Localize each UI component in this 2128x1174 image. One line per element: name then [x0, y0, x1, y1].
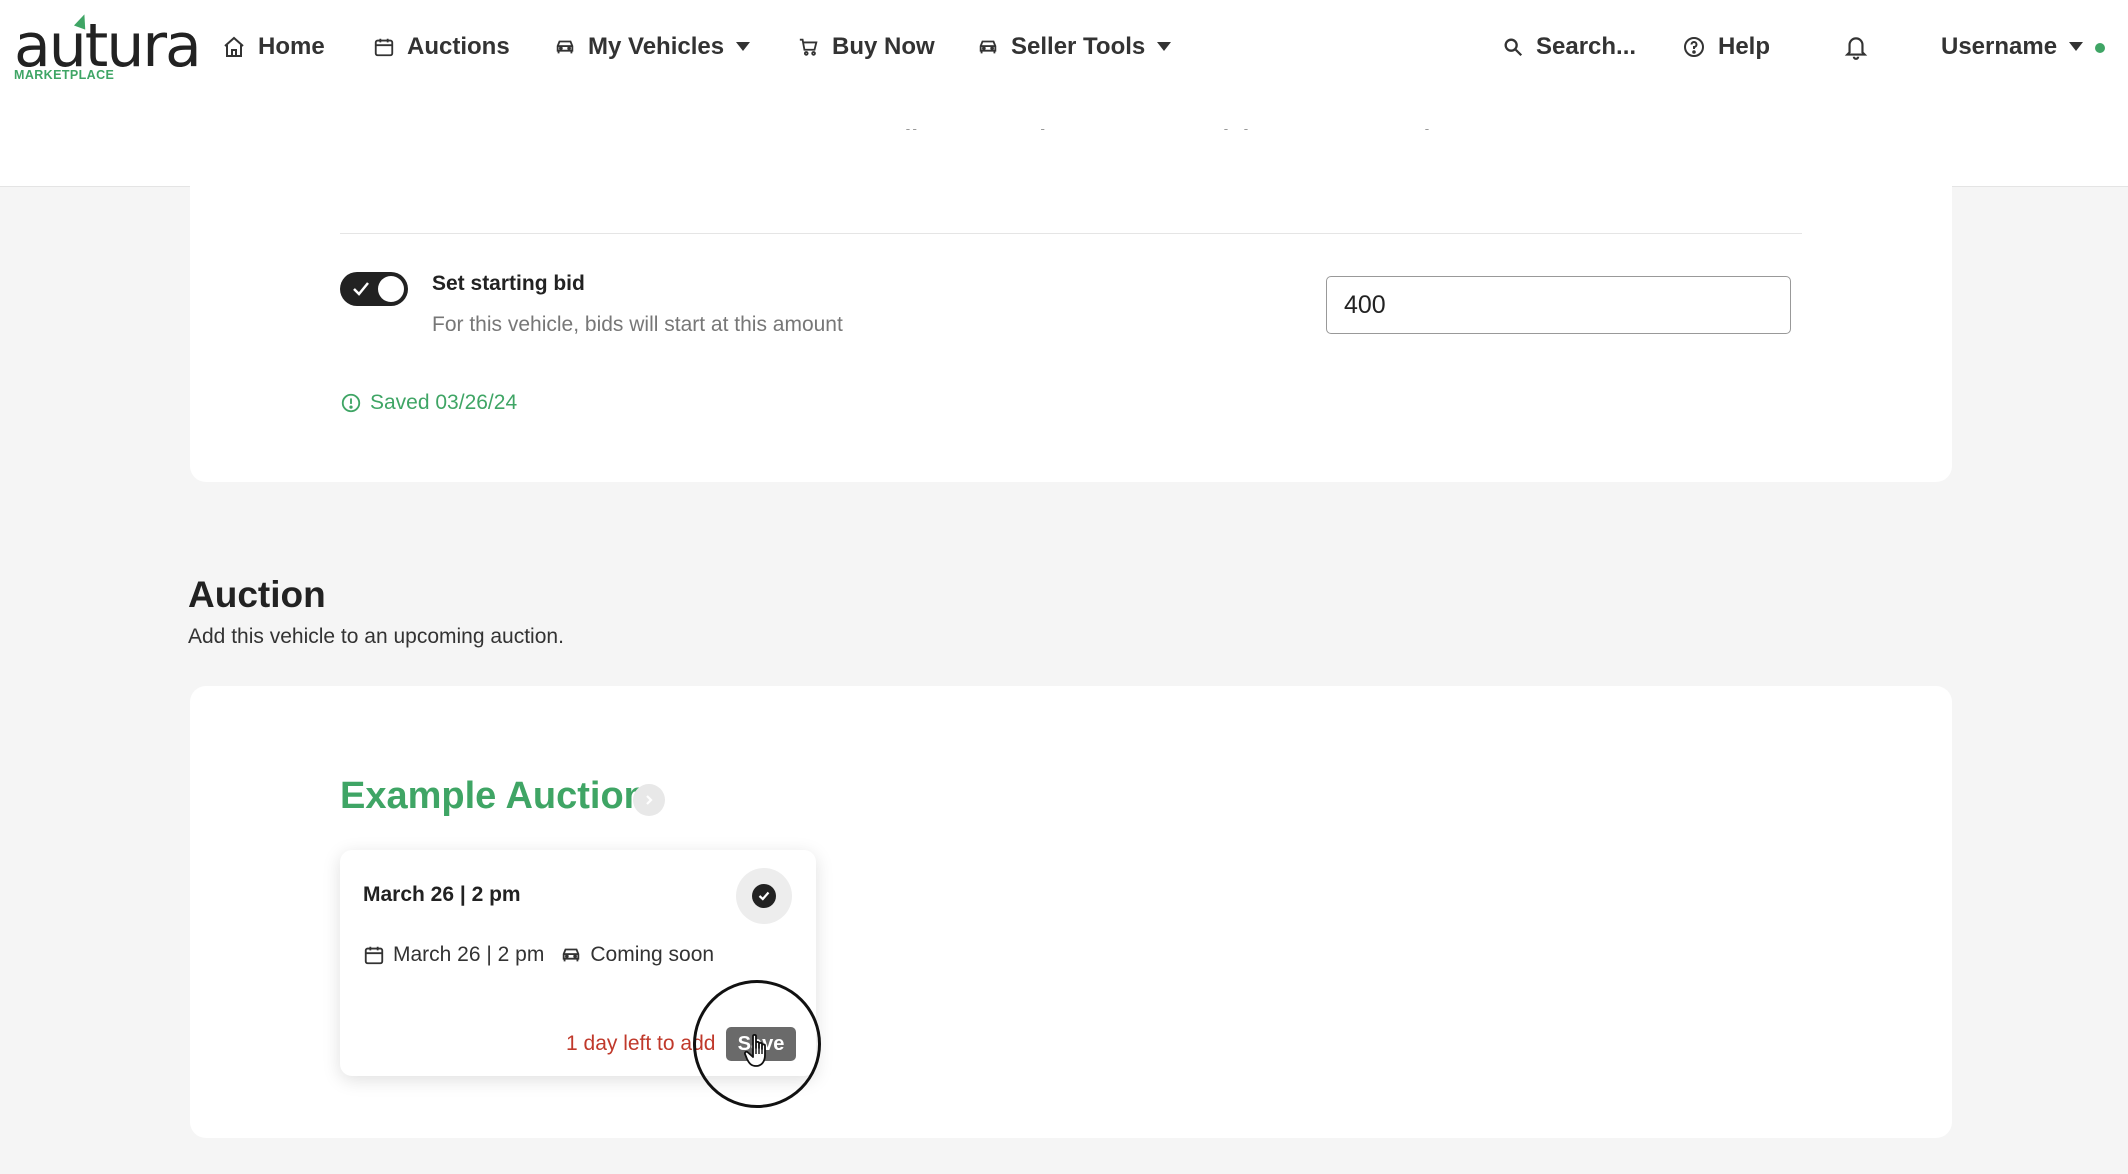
search-button[interactable]: Search... [1502, 0, 1636, 93]
checkmark-icon [752, 884, 776, 908]
nav-home[interactable]: Home [222, 0, 325, 93]
auction-section-title: Auction [188, 574, 326, 615]
cart-icon [799, 38, 818, 56]
nav-home-label: Home [258, 32, 325, 60]
top-navigation: autura MARKETPLACE Home Auctions My Vehi… [0, 0, 2128, 93]
user-menu[interactable]: Username [1941, 0, 2084, 93]
saved-date-text: Saved 03/26/24 [370, 391, 518, 414]
search-icon [1504, 38, 1523, 56]
logo-wordmark: autura [14, 11, 202, 81]
nav-auctions-label: Auctions [407, 32, 510, 60]
auction-event-card: March 26 | 2 pm March 26 | 2 pm Coming s… [340, 850, 816, 1076]
auction-event-status: Coming soon [590, 943, 715, 966]
username-label: Username [1941, 32, 2058, 60]
help-icon [1684, 36, 1704, 57]
nav-seller-tools-label: Seller Tools [1011, 32, 1146, 60]
calendar-icon [374, 38, 394, 56]
auction-name-link[interactable]: Example Auction [340, 775, 647, 818]
help-label: Help [1718, 32, 1771, 60]
check-icon [353, 282, 369, 296]
nav-buy-now-label: Buy Now [832, 32, 935, 60]
nav-seller-tools[interactable]: Seller Tools [977, 0, 1172, 93]
chevron-down-icon [736, 42, 751, 51]
car-icon [563, 948, 580, 962]
chevron-down-icon [2069, 42, 2084, 51]
days-left-warning: 1 day left to add [566, 1032, 716, 1055]
nav-auctions[interactable]: Auctions [373, 0, 510, 93]
toggle-knob [378, 276, 404, 302]
nav-my-vehicles[interactable]: My Vehicles [554, 0, 751, 93]
notifications-button[interactable] [1843, 0, 1881, 93]
starting-bid-input[interactable] [1326, 276, 1791, 334]
save-button[interactable]: Save [726, 1027, 796, 1061]
nav-buy-now[interactable]: Buy Now [798, 0, 935, 93]
info-icon [341, 393, 361, 413]
home-icon [224, 36, 244, 57]
logo-subtitle: MARKETPLACE [14, 68, 115, 82]
select-auction-button[interactable] [736, 868, 792, 924]
starting-bid-toggle[interactable] [340, 272, 408, 306]
car-icon [979, 40, 997, 53]
auction-event-meta: March 26 | 2 pm Coming soon [363, 943, 714, 967]
nav-help[interactable]: Help [1682, 0, 1770, 93]
search-label: Search... [1536, 32, 1637, 60]
auction-event-title: March 26 | 2 pm [363, 883, 521, 906]
chevron-down-icon [1157, 42, 1172, 51]
nav-my-vehicles-label: My Vehicles [588, 32, 725, 60]
autura-logo[interactable]: autura MARKETPLACE [14, 12, 202, 84]
online-status-dot [2095, 43, 2105, 53]
bell-icon [1844, 36, 1868, 60]
starting-bid-description: For this vehicle, bids will start at thi… [432, 313, 843, 336]
pricing-divider [340, 233, 1802, 234]
starting-bid-label: Set starting bid [432, 272, 585, 295]
calendar-icon [364, 946, 384, 965]
auction-event-date: March 26 | 2 pm [393, 943, 545, 966]
saved-status: Saved 03/26/24 [340, 391, 517, 415]
car-icon [556, 40, 574, 53]
auction-section-subtitle: Add this vehicle to an upcoming auction. [188, 625, 564, 648]
chevron-right-icon[interactable] [633, 784, 665, 816]
